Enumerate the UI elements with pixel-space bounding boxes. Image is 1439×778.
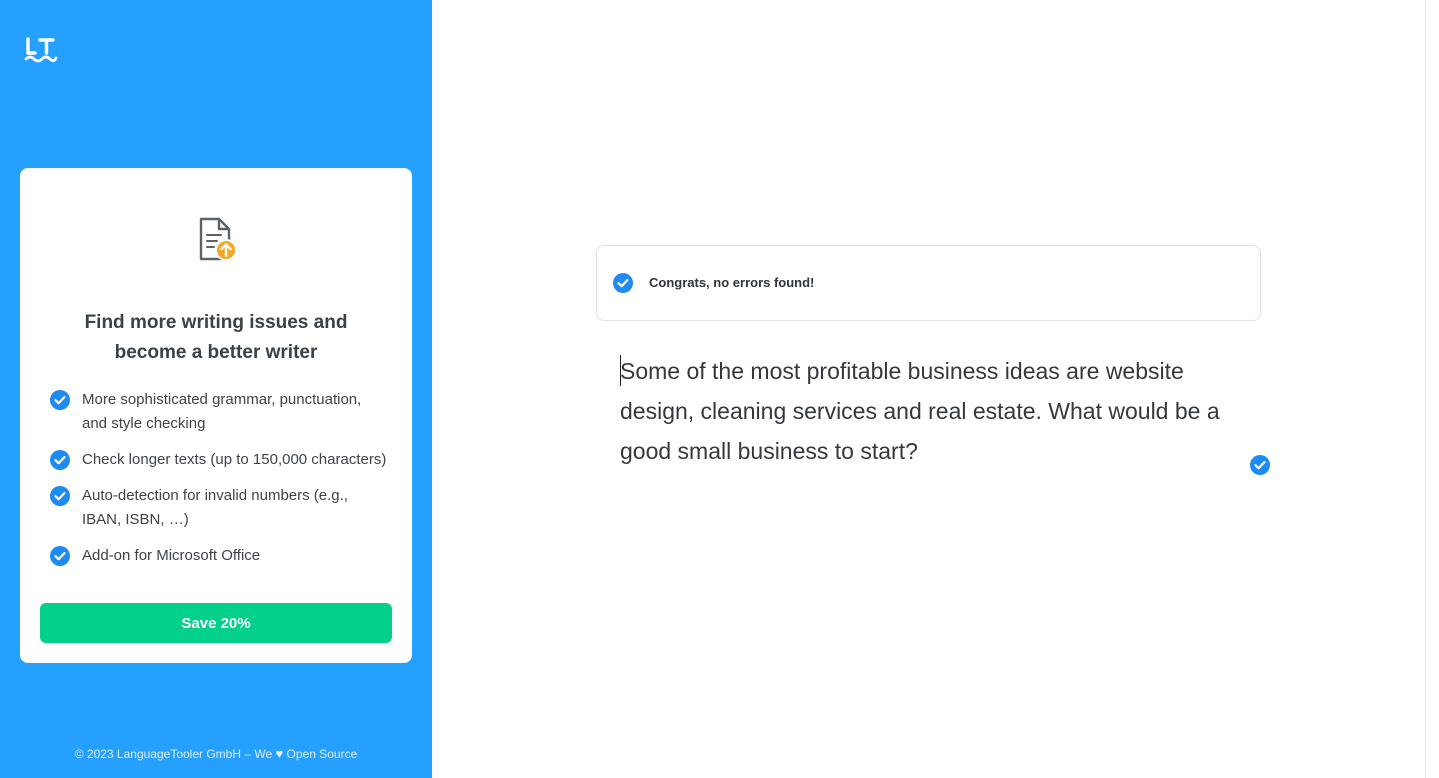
check-circle-icon [613, 273, 633, 293]
feature-item: Auto-detection for invalid numbers (e.g.… [50, 484, 390, 532]
save-20-percent-button[interactable]: Save 20% [40, 603, 392, 643]
feature-text-line-1: Check longer texts (up to 150,000 charac… [82, 451, 387, 468]
feature-item: Check longer texts (up to 150,000 charac… [50, 448, 390, 472]
app: Find more writing issues and become a be… [0, 0, 1439, 778]
promo-title: Find more writing issues and become a be… [60, 308, 372, 368]
check-circle-icon [50, 546, 70, 566]
text-editor[interactable]: Some of the most profitable business ide… [620, 351, 1220, 471]
text-caret [620, 355, 621, 386]
right-edge-panel [1425, 0, 1439, 778]
feature-text-line-1: Auto-detection for invalid numbers (e.g.… [82, 487, 348, 504]
check-status-box: Congrats, no errors found! [596, 245, 1261, 321]
feature-text-line-2: IBAN, ISBN, …) [82, 511, 189, 528]
sidebar: Find more writing issues and become a be… [0, 0, 432, 778]
editor-area: Congrats, no errors found! Some of the m… [432, 0, 1425, 778]
status-message: Congrats, no errors found! [649, 275, 815, 290]
promo-title-line-1: Find more writing issues and [84, 312, 348, 333]
footer-open-source[interactable]: Open Source [287, 747, 358, 761]
footer: © 2023 LanguageTooler GmbH – We ♥ Open S… [0, 746, 432, 761]
check-circle-icon[interactable] [1249, 454, 1271, 476]
feature-text-line-1: Add-on for Microsoft Office [82, 547, 261, 564]
feature-item: More sophisticated grammar, punctuation,… [50, 388, 390, 436]
document-upgrade-icon [199, 217, 237, 261]
feature-list: More sophisticated grammar, punctuation,… [50, 388, 390, 580]
languagetool-logo-icon[interactable] [24, 36, 58, 64]
footer-copyright: © 2023 LanguageTooler GmbH – We [74, 747, 273, 761]
premium-promo-card: Find more writing issues and become a be… [20, 168, 412, 663]
feature-item: Add-on for Microsoft Office [50, 544, 390, 568]
feature-text-line-1: More sophisticated grammar, punctuation, [82, 391, 362, 408]
check-circle-icon [50, 450, 70, 470]
heart-icon: ♥ [275, 746, 284, 761]
promo-title-line-2: become a better writer [114, 342, 318, 363]
check-circle-icon [50, 390, 70, 410]
check-circle-icon [50, 486, 70, 506]
feature-text-line-2: and style checking [82, 415, 206, 432]
